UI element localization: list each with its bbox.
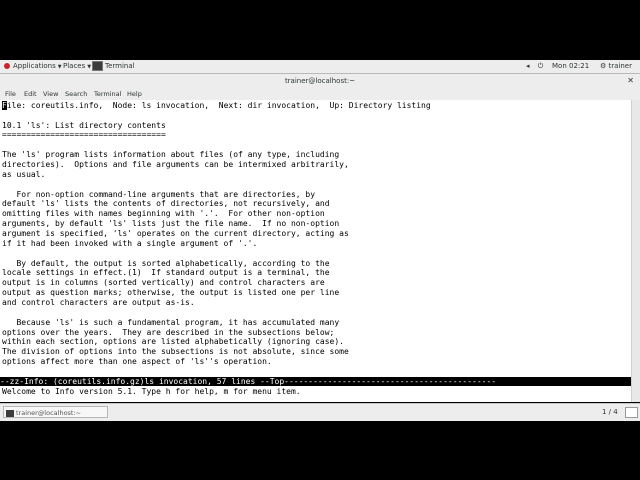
- user-icon: ⚙: [600, 62, 607, 70]
- active-app-menu[interactable]: Terminal: [92, 60, 135, 73]
- menu-terminal[interactable]: Terminal: [94, 88, 121, 100]
- system-status[interactable]: ◂ ⏻: [526, 60, 543, 73]
- terminal-line: File: coreutils.info, Node: ls invocatio…: [2, 101, 431, 110]
- terminal-line: as usual.: [2, 170, 46, 179]
- menu-view[interactable]: View: [43, 88, 58, 100]
- terminal-line: Because 'ls' is such a fundamental progr…: [2, 318, 340, 327]
- window-titlebar[interactable]: trainer@localhost:~ ✕: [0, 74, 640, 89]
- window-title: trainer@localhost:~: [284, 77, 356, 85]
- terminal-line: within each section, options are listed …: [2, 337, 344, 346]
- clock[interactable]: Mon 02:21: [552, 60, 589, 73]
- terminal-line: default 'ls' lists the contents of direc…: [2, 199, 330, 208]
- workspace-indicator[interactable]: 1 / 4: [602, 407, 618, 417]
- dropdown-arrow-icon: ▼: [87, 64, 92, 70]
- top-bar: Applications ▼ Places ▼ Terminal ◂ ⏻ Mon 0…: [0, 60, 640, 74]
- volume-icon: ◂: [526, 62, 530, 70]
- menu-help[interactable]: Help: [127, 88, 142, 100]
- terminal-line: output as question marks; otherwise, the…: [2, 288, 340, 297]
- echo-area: Welcome to Info version 5.1. Type h for …: [2, 387, 301, 396]
- menu-file[interactable]: File: [5, 88, 16, 100]
- terminal-line: options affect more than one aspect of '…: [2, 357, 272, 366]
- terminal-scrollbar[interactable]: [631, 100, 640, 402]
- places-menu[interactable]: Places ▼: [63, 60, 91, 73]
- terminal-line: and control characters are output as-is.: [2, 298, 195, 307]
- menu-search[interactable]: Search: [65, 88, 87, 100]
- window-list-bar: trainer@localhost:~ 1 / 4: [0, 403, 640, 421]
- terminal-icon: [92, 61, 103, 71]
- terminal-line: locale settings in effect.(1) If standar…: [2, 268, 330, 277]
- terminal-line: argument is specified, 'ls' operates on …: [2, 229, 349, 238]
- workspace-switcher-icon[interactable]: [625, 407, 638, 418]
- terminal-line: arguments, by default 'ls' lists just th…: [2, 219, 340, 228]
- terminal-line: The division of options into the subsect…: [2, 347, 349, 356]
- dropdown-arrow-icon: ▼: [57, 64, 62, 70]
- menu-bar: File Edit View Search Terminal Help: [0, 88, 640, 100]
- terminal-line: omitting files with names beginning with…: [2, 209, 325, 218]
- terminal-line: if it had been invoked with a single arg…: [2, 239, 258, 248]
- applications-menu[interactable]: Applications ▼: [4, 60, 62, 73]
- terminal-line: The 'ls' program lists information about…: [2, 150, 340, 159]
- menu-edit[interactable]: Edit: [24, 88, 37, 100]
- terminal-line: output is in columns (sorted vertically)…: [2, 278, 325, 287]
- terminal-view[interactable]: File: coreutils.info, Node: ls invocatio…: [0, 100, 631, 402]
- terminal-line: directories). Options and file arguments…: [2, 160, 349, 169]
- terminal-icon: [6, 409, 14, 417]
- applications-icon: [4, 63, 10, 69]
- close-icon[interactable]: ✕: [627, 75, 634, 87]
- power-icon: ⏻: [537, 62, 544, 70]
- user-menu[interactable]: ⚙ trainer: [600, 60, 632, 73]
- taskbar-window-button[interactable]: trainer@localhost:~: [3, 406, 108, 418]
- info-mode-line: --zz-Info: (coreutils.info.gz)ls invocat…: [0, 377, 631, 386]
- terminal-line: ==================================: [2, 130, 166, 139]
